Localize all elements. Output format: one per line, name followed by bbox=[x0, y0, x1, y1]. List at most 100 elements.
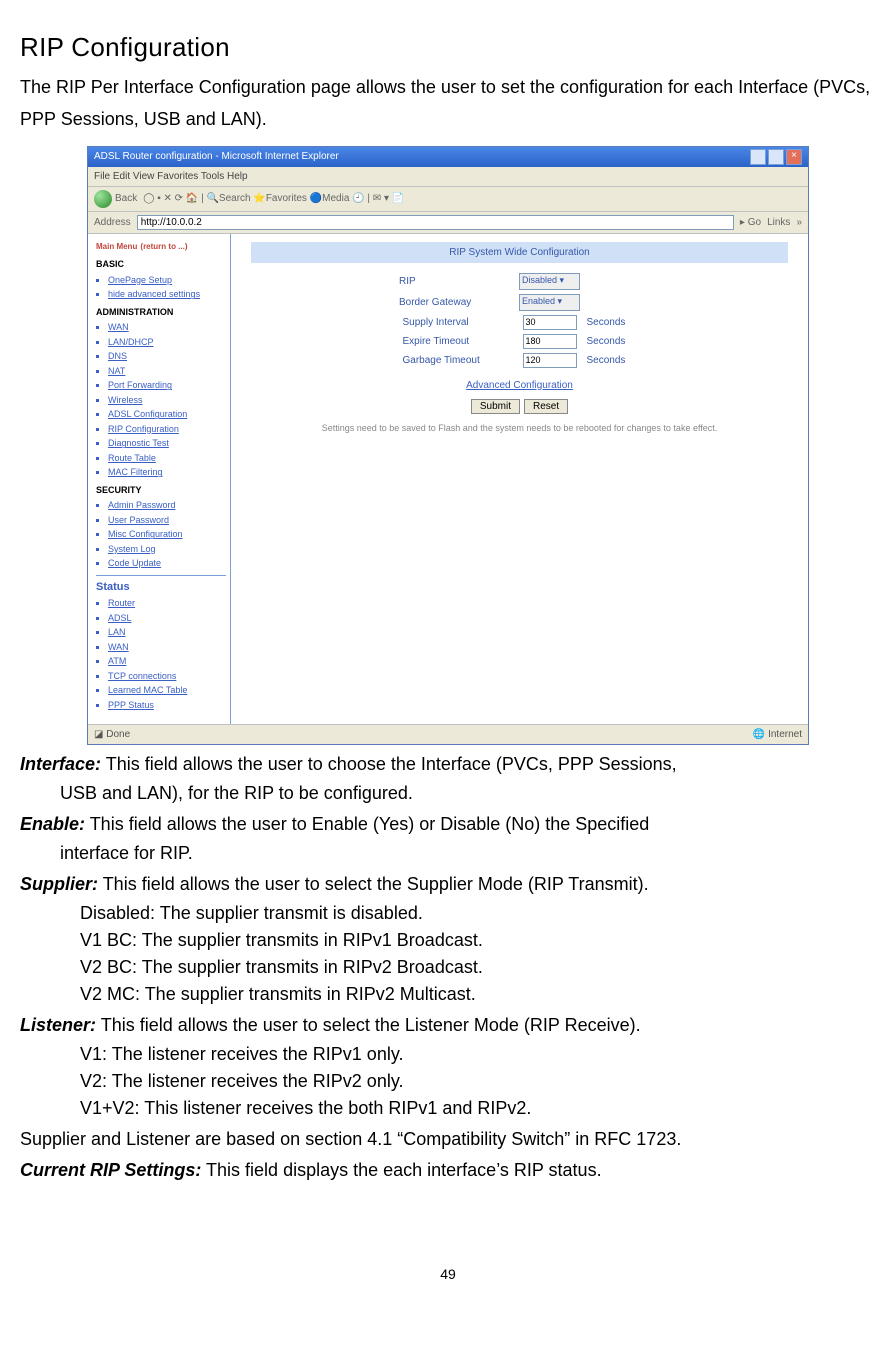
supplier-v1bc: V1 BC: The supplier transmits in RIPv1 B… bbox=[20, 927, 876, 954]
sidebar-status-list: Router ADSL LAN WAN ATM TCP connections … bbox=[108, 597, 226, 712]
sidebar-item[interactable]: ATM bbox=[108, 655, 226, 669]
def-listener: Listener: This field allows the user to … bbox=[20, 1012, 876, 1039]
content-panel: RIP System Wide Configuration RIP Disable… bbox=[231, 234, 808, 725]
listener-v2: V2: The listener receives the RIPv2 only… bbox=[20, 1068, 876, 1095]
rip-label: RIP bbox=[399, 274, 509, 289]
browser-toolbar[interactable]: Back ◯ ▪ ✕ ⟳ 🏠 | 🔍Search ⭐Favorites 🔵Med… bbox=[88, 187, 808, 212]
sidebar-item[interactable]: User Password bbox=[108, 514, 226, 528]
border-gateway-select[interactable]: Enabled ▾ bbox=[519, 294, 580, 311]
sidebar-item[interactable]: PPP Status bbox=[108, 699, 226, 713]
term-current-rip: Current RIP Settings: bbox=[20, 1160, 201, 1180]
panel-header: RIP System Wide Configuration bbox=[251, 242, 788, 263]
rfc-note: Supplier and Listener are based on secti… bbox=[20, 1126, 876, 1153]
sidebar-item[interactable]: NAT bbox=[108, 365, 226, 379]
sidebar-item[interactable]: WAN bbox=[108, 321, 226, 335]
window-titlebar: ADSL Router configuration - Microsoft In… bbox=[88, 147, 808, 167]
go-button[interactable]: ▸ Go bbox=[740, 215, 761, 230]
sidebar-admin-list: WAN LAN/DHCP DNS NAT Port Forwarding Wir… bbox=[108, 321, 226, 480]
term-interface: Interface: bbox=[20, 754, 101, 774]
status-done: ◪ Done bbox=[94, 727, 130, 742]
supplier-disabled: Disabled: The supplier transmit is disab… bbox=[20, 900, 876, 927]
window-controls[interactable]: × bbox=[750, 149, 802, 165]
expire-timeout-input[interactable] bbox=[523, 334, 577, 349]
sidebar-item[interactable]: LAN bbox=[108, 626, 226, 640]
status-zone: 🌐 Internet bbox=[753, 727, 802, 742]
sidebar-item[interactable]: Misc Configuration bbox=[108, 528, 226, 542]
browser-window: ADSL Router configuration - Microsoft In… bbox=[87, 146, 809, 746]
sidebar-item[interactable]: Port Forwarding bbox=[108, 379, 226, 393]
sidebar-item[interactable]: ADSL bbox=[108, 612, 226, 626]
text: This field allows the user to select the… bbox=[98, 874, 649, 894]
seconds-label: Seconds bbox=[587, 334, 637, 349]
supplier-v2mc: V2 MC: The supplier transmits in RIPv2 M… bbox=[20, 981, 876, 1008]
sidebar-item[interactable]: hide advanced settings bbox=[108, 288, 226, 302]
submit-button[interactable]: Submit bbox=[471, 399, 520, 414]
seconds-label: Seconds bbox=[587, 353, 637, 368]
sidebar-group-admin: ADMINISTRATION bbox=[96, 306, 226, 320]
supplier-v2bc: V2 BC: The supplier transmits in RIPv2 B… bbox=[20, 954, 876, 981]
sidebar-item[interactable]: TCP connections bbox=[108, 670, 226, 684]
advanced-config-link[interactable]: Advanced Configuration bbox=[251, 378, 788, 393]
rip-select[interactable]: Disabled ▾ bbox=[519, 273, 580, 290]
reset-button[interactable]: Reset bbox=[524, 399, 568, 414]
main-menu-heading: Main Menu (return to ...) bbox=[96, 238, 226, 255]
sidebar-basic-list: OnePage Setup hide advanced settings bbox=[108, 274, 226, 302]
def-enable: Enable: This field allows the user to En… bbox=[20, 811, 876, 838]
sidebar-item[interactable]: Admin Password bbox=[108, 499, 226, 513]
sidebar-item[interactable]: Router bbox=[108, 597, 226, 611]
sidebar-item[interactable]: Route Table bbox=[108, 452, 226, 466]
text: This field allows the user to Enable (Ye… bbox=[85, 814, 649, 834]
intro-text: The RIP Per Interface Configuration page… bbox=[20, 71, 876, 136]
sidebar-security-list: Admin Password User Password Misc Config… bbox=[108, 499, 226, 571]
sidebar-item[interactable]: System Log bbox=[108, 543, 226, 557]
sidebar-status-heading: Status bbox=[96, 575, 226, 596]
close-icon[interactable]: × bbox=[786, 149, 802, 165]
term-enable: Enable: bbox=[20, 814, 85, 834]
text: This field allows the user to choose the… bbox=[101, 754, 677, 774]
page-body: Main Menu (return to ...) BASIC OnePage … bbox=[88, 234, 808, 725]
term-listener: Listener: bbox=[20, 1015, 96, 1035]
expire-timeout-label: Expire Timeout bbox=[403, 334, 513, 349]
sidebar-item[interactable]: Diagnostic Test bbox=[108, 437, 226, 451]
page-title: RIP Configuration bbox=[20, 28, 876, 67]
sidebar-item[interactable]: ADSL Configuration bbox=[108, 408, 226, 422]
supply-interval-input[interactable] bbox=[523, 315, 577, 330]
back-icon bbox=[94, 190, 112, 208]
sidebar-item[interactable]: MAC Filtering bbox=[108, 466, 226, 480]
sidebar-item[interactable]: LAN/DHCP bbox=[108, 336, 226, 350]
term-supplier: Supplier: bbox=[20, 874, 98, 894]
window-title-text: ADSL Router configuration - Microsoft In… bbox=[94, 147, 339, 167]
def-supplier: Supplier: This field allows the user to … bbox=[20, 871, 876, 898]
garbage-timeout-label: Garbage Timeout bbox=[403, 353, 513, 368]
maximize-icon[interactable] bbox=[768, 149, 784, 165]
sidebar-item[interactable]: Learned MAC Table bbox=[108, 684, 226, 698]
text: This field allows the user to select the… bbox=[96, 1015, 641, 1035]
page-number: 49 bbox=[20, 1264, 876, 1285]
links-chevron-icon[interactable]: » bbox=[796, 215, 802, 230]
screenshot-container: ADSL Router configuration - Microsoft In… bbox=[20, 146, 876, 746]
address-input[interactable] bbox=[137, 215, 734, 230]
minimize-icon[interactable] bbox=[750, 149, 766, 165]
sidebar-group-basic: BASIC bbox=[96, 258, 226, 272]
sidebar: Main Menu (return to ...) BASIC OnePage … bbox=[88, 234, 231, 725]
address-label: Address bbox=[94, 215, 131, 230]
supply-interval-label: Supply Interval bbox=[403, 315, 513, 330]
sidebar-item[interactable]: Wireless bbox=[108, 394, 226, 408]
browser-menubar[interactable]: File Edit View Favorites Tools Help bbox=[88, 167, 808, 187]
sidebar-item[interactable]: RIP Configuration bbox=[108, 423, 226, 437]
back-button[interactable]: Back bbox=[94, 190, 137, 208]
def-current-rip: Current RIP Settings: This field display… bbox=[20, 1157, 876, 1184]
links-label[interactable]: Links bbox=[767, 215, 790, 230]
listener-v1v2: V1+V2: This listener receives the both R… bbox=[20, 1095, 876, 1122]
toolbar-icons[interactable]: ◯ ▪ ✕ ⟳ 🏠 | 🔍Search ⭐Favorites 🔵Media 🕘 … bbox=[143, 191, 404, 206]
listener-v1: V1: The listener receives the RIPv1 only… bbox=[20, 1041, 876, 1068]
sidebar-item[interactable]: Code Update bbox=[108, 557, 226, 571]
sidebar-item[interactable]: OnePage Setup bbox=[108, 274, 226, 288]
address-bar[interactable]: Address ▸ Go Links » bbox=[88, 212, 808, 234]
sidebar-item[interactable]: WAN bbox=[108, 641, 226, 655]
sidebar-item[interactable]: DNS bbox=[108, 350, 226, 364]
back-label: Back bbox=[115, 191, 137, 206]
text: This field displays the each interface’s… bbox=[201, 1160, 601, 1180]
garbage-timeout-input[interactable] bbox=[523, 353, 577, 368]
sidebar-group-security: SECURITY bbox=[96, 484, 226, 498]
